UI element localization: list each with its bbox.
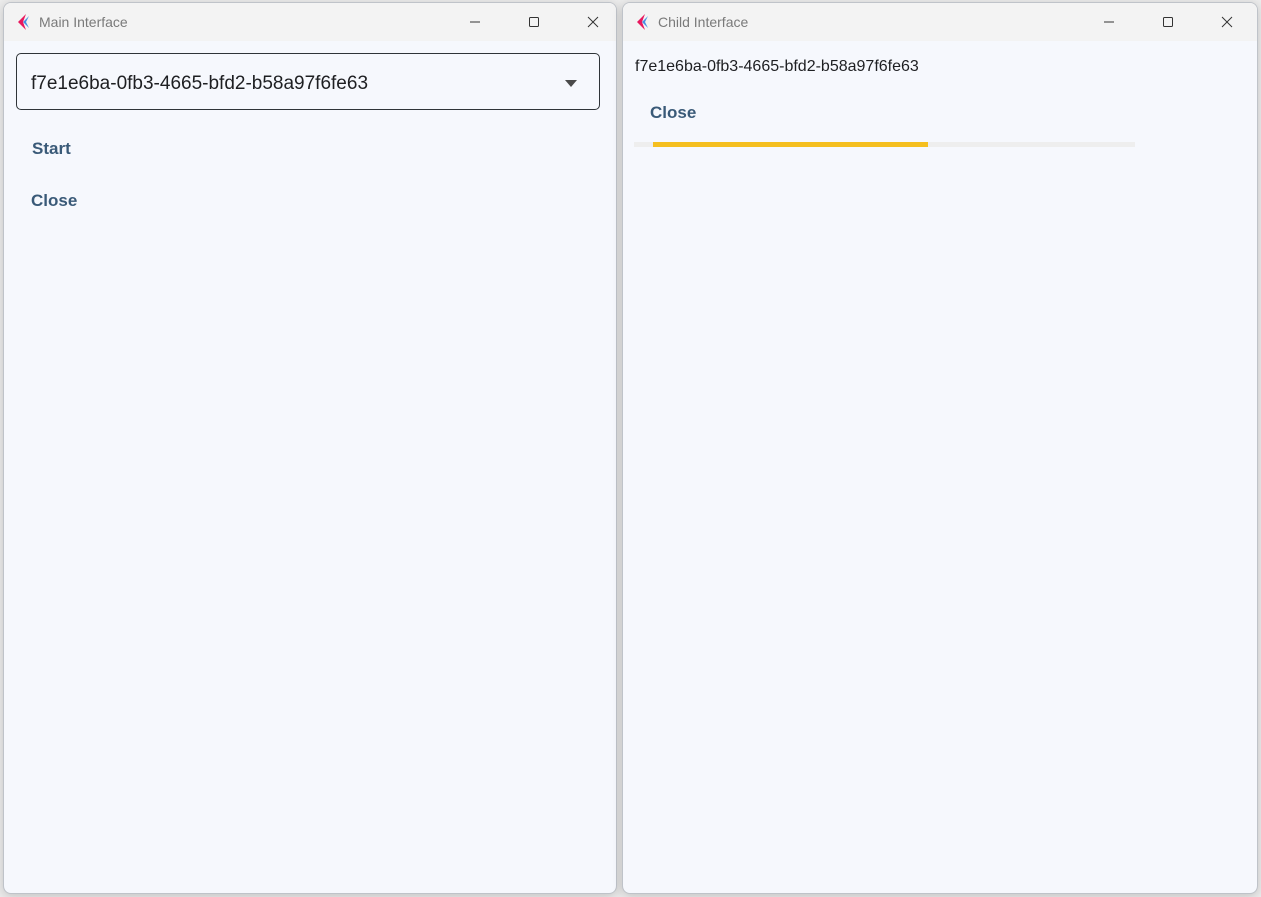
maximize-button[interactable] (1145, 3, 1191, 41)
maximize-icon (1163, 17, 1173, 27)
session-id-text: f7e1e6ba-0fb3-4665-bfd2-b58a97f6fe63 (635, 58, 919, 75)
child-close-button[interactable]: Close (650, 103, 696, 123)
start-button[interactable]: Start (32, 139, 71, 159)
close-button[interactable] (1204, 3, 1250, 41)
title-bar[interactable]: Main Interface (4, 3, 616, 41)
minimize-button[interactable] (452, 3, 498, 41)
minimize-button[interactable] (1086, 3, 1132, 41)
title-bar[interactable]: Child Interface (623, 3, 1257, 41)
maximize-button[interactable] (511, 3, 557, 41)
minimize-icon (470, 21, 480, 23)
id-dropdown[interactable]: f7e1e6ba-0fb3-4665-bfd2-b58a97f6fe63 (16, 53, 600, 110)
app-logo-icon (18, 14, 29, 30)
app-logo-icon (637, 14, 648, 30)
dropdown-selected-value: f7e1e6ba-0fb3-4665-bfd2-b58a97f6fe63 (31, 73, 369, 94)
window-title: Main Interface (39, 14, 128, 30)
maximize-icon (529, 17, 539, 27)
minimize-icon (1104, 21, 1114, 23)
main-close-button[interactable]: Close (31, 191, 77, 211)
close-icon (1221, 16, 1233, 28)
caret-down-icon (565, 80, 577, 87)
progress-bar-fill (653, 142, 928, 147)
close-button[interactable] (570, 3, 616, 41)
progress-bar (634, 142, 1135, 147)
window-title: Child Interface (658, 14, 749, 30)
main-window: Main Interface f7e1e6ba-0fb3-4665-bfd2-b… (3, 2, 617, 894)
child-window: Child Interface f7e1e6ba-0fb3-4665-bfd2-… (622, 2, 1258, 894)
close-icon (587, 16, 599, 28)
